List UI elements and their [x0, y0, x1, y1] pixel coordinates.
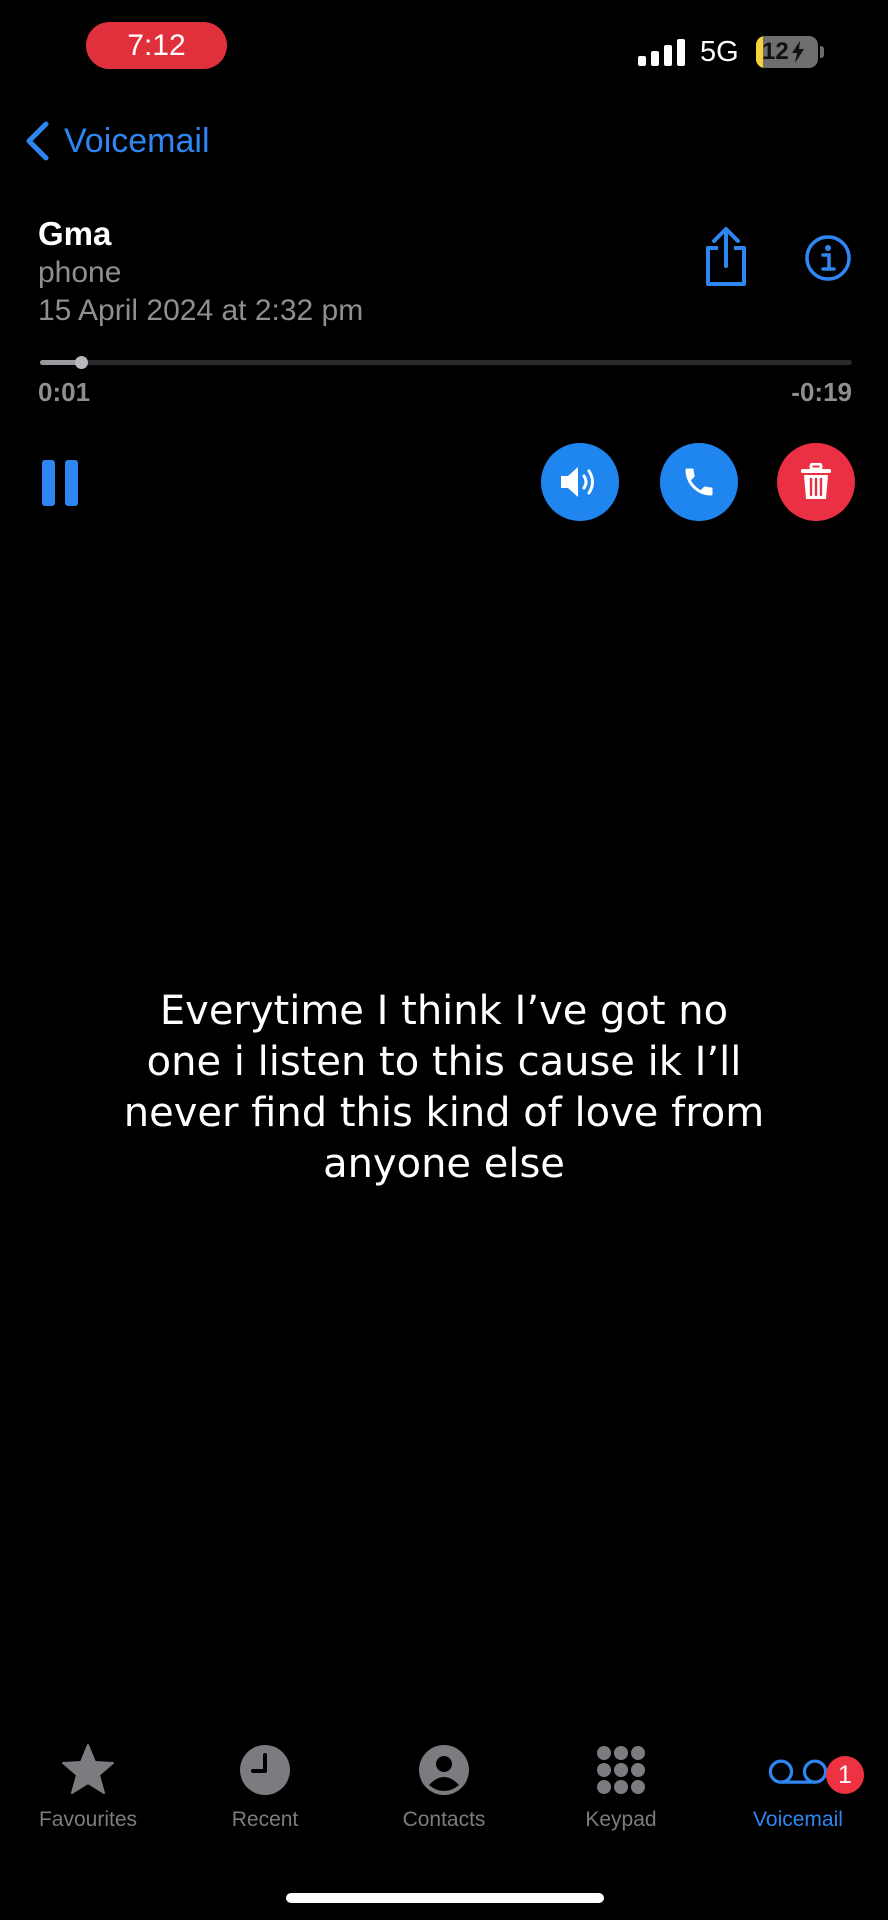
playback-scrubber[interactable]: [40, 356, 852, 369]
delete-button[interactable]: [777, 443, 855, 521]
scrubber-knob[interactable]: [74, 356, 88, 369]
tab-keypad[interactable]: Keypad: [533, 1740, 709, 1832]
voicemail-icon: [768, 1759, 828, 1784]
pause-button[interactable]: [42, 460, 78, 506]
back-label: Voicemail: [64, 121, 210, 160]
tab-recent[interactable]: Recent: [177, 1740, 353, 1832]
share-button[interactable]: [700, 226, 752, 288]
speaker-button[interactable]: [541, 443, 619, 521]
tab-contacts[interactable]: Contacts: [356, 1740, 532, 1832]
pause-icon-bar: [65, 460, 78, 506]
tab-label-keypad: Keypad: [585, 1808, 657, 1831]
share-icon: [706, 227, 746, 286]
tab-bar: Favourites Recent Contacts Keypad Voicem…: [0, 1740, 888, 1850]
cellular-signal-icon: [638, 38, 685, 66]
pause-icon: [42, 460, 55, 506]
home-indicator[interactable]: [286, 1893, 604, 1903]
call-back-button[interactable]: [660, 443, 738, 521]
network-type: 5G: [700, 36, 739, 68]
contact-name: Gma: [38, 215, 112, 252]
remaining-time: -0:19: [791, 377, 852, 407]
star-icon: [62, 1744, 114, 1794]
tab-label-favourites: Favourites: [38, 1808, 138, 1831]
battery-tip: [820, 46, 824, 58]
voicemail-badge: 1: [826, 1756, 864, 1794]
trash-icon: [801, 463, 831, 499]
status-bar: 7:12 5G 12: [0, 0, 888, 100]
phone-icon: [685, 468, 713, 496]
battery-icon: 12: [756, 36, 818, 68]
chevron-left-icon: [26, 121, 49, 161]
charging-bolt-icon: [791, 41, 804, 63]
tab-label-contacts: Contacts: [402, 1808, 486, 1831]
contact-number-label: phone: [38, 256, 122, 289]
tab-label-voicemail: Voicemail: [753, 1808, 843, 1831]
elapsed-time: 0:01: [38, 377, 91, 407]
person-icon: [419, 1745, 469, 1795]
clock-icon: [240, 1745, 290, 1795]
speaker-icon: [561, 467, 594, 497]
info-button[interactable]: [804, 234, 852, 282]
voicemail-date: 15 April 2024 at 2:32 pm: [38, 294, 364, 327]
tab-label-recent: Recent: [231, 1808, 299, 1831]
battery-level: 12: [762, 38, 789, 65]
caption-text: Everytime I think I’ve got no one i list…: [123, 988, 765, 1187]
status-time[interactable]: 7:12: [86, 22, 227, 69]
back-button[interactable]: Voicemail: [24, 120, 210, 162]
info-icon: [805, 235, 851, 281]
tab-favourites[interactable]: Favourites: [0, 1740, 176, 1832]
keypad-icon: [597, 1746, 645, 1794]
